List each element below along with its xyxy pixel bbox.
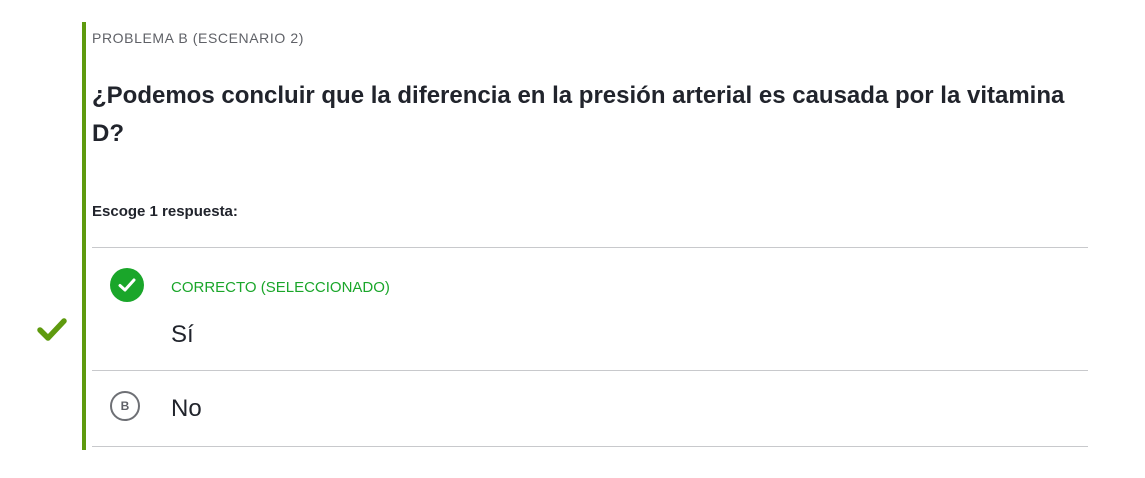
exercise-review-panel: PROBLEMA B (ESCENARIO 2) ¿Podemos conclu… [0, 0, 1145, 478]
question-text: ¿Podemos concluir que la diferencia en l… [92, 82, 1065, 147]
checkmark-icon [37, 318, 67, 341]
choice-a[interactable]: CORRECTO (SELECCIONADO) Sí [92, 248, 1088, 371]
choice-status-label: CORRECTO (SELECCIONADO) [171, 279, 390, 296]
choice-text: Sí [171, 321, 194, 348]
choice-text: No [171, 395, 202, 422]
answer-instruction: Escoge 1 respuesta: [92, 203, 238, 220]
choice-b[interactable]: B No [92, 371, 1088, 447]
answer-status-bar [82, 22, 86, 450]
answer-choices: CORRECTO (SELECCIONADO) Sí B No [92, 247, 1088, 447]
problem-content: PROBLEMA B (ESCENARIO 2) ¿Podemos conclu… [92, 28, 1092, 447]
problem-eyebrow: PROBLEMA B (ESCENARIO 2) [92, 30, 305, 46]
check-circle-icon [110, 268, 144, 302]
letter-circle-icon: B [110, 391, 140, 421]
